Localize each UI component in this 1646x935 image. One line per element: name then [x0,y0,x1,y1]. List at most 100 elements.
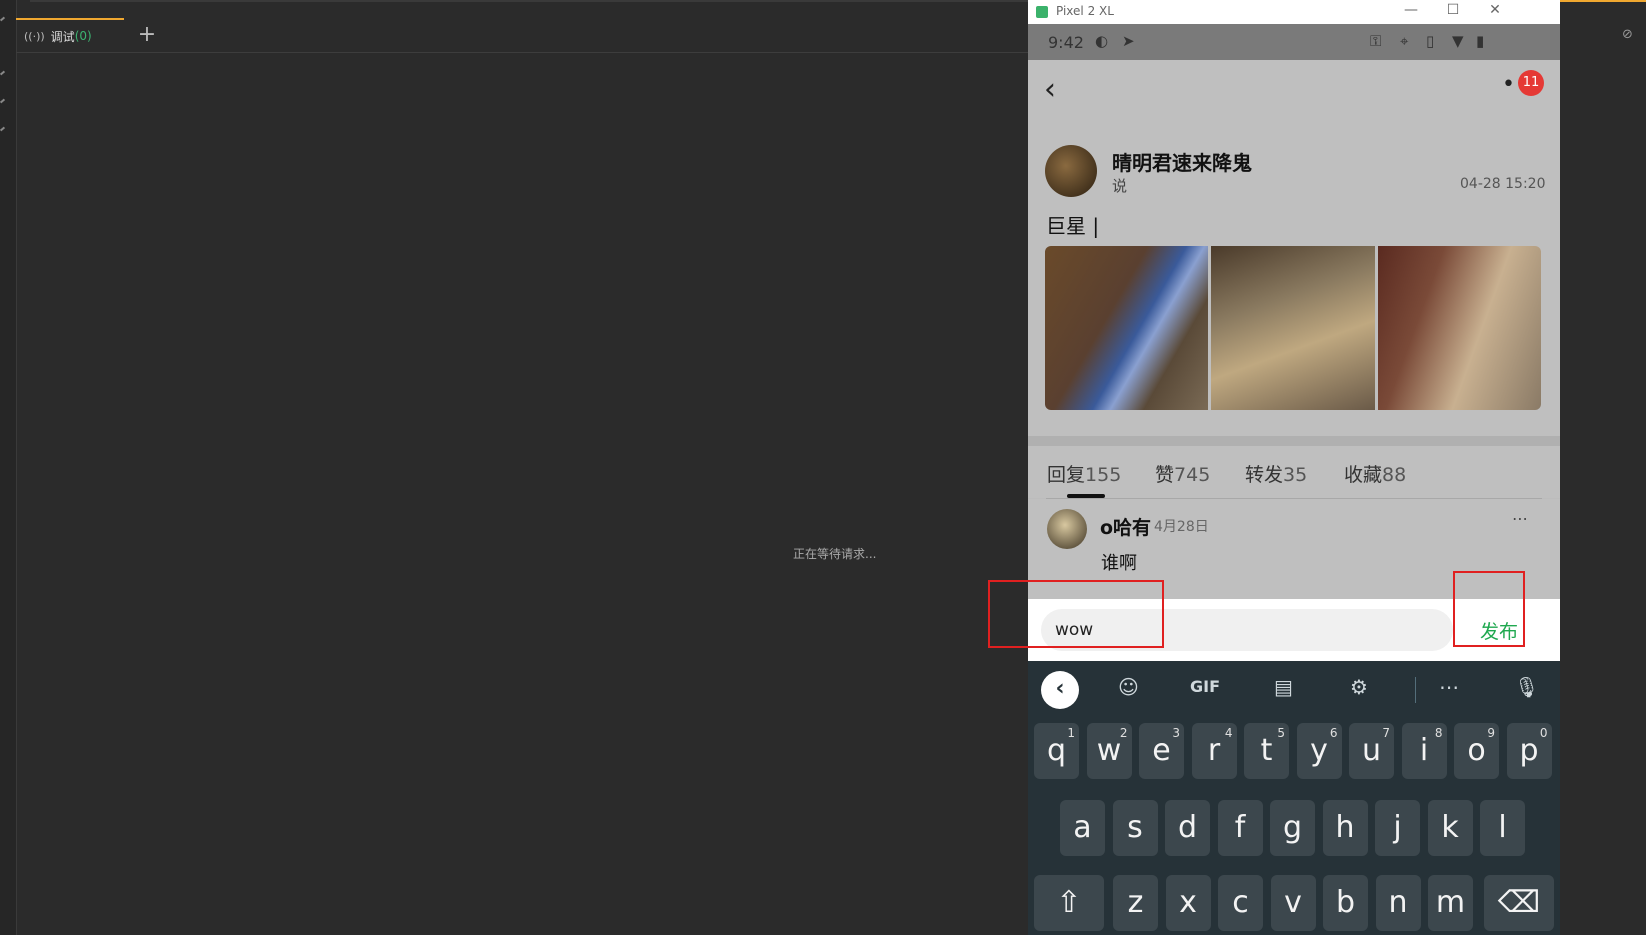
shift-key[interactable]: ⇧ [1034,875,1104,931]
minimize-button[interactable]: — [1396,2,1426,18]
key-s[interactable]: s [1112,800,1158,856]
rail-mark [0,98,6,104]
vibrate-icon: ▯ [1426,32,1435,50]
key-hint: 7 [1382,726,1390,740]
keyboard-toolbar: ‹ ☺ GIF ▤ ⚙ ⋯ 🎙 [1028,661,1560,711]
clipboard-icon[interactable]: ▤ [1274,675,1293,699]
key-b[interactable]: b [1323,875,1368,931]
key-n[interactable]: n [1375,875,1421,931]
key-l[interactable]: l [1480,800,1525,856]
key-u[interactable]: u7 [1349,723,1394,779]
rail-mark [0,70,6,76]
annotation-box-input [988,580,1164,648]
gear-icon[interactable]: ⚙ [1350,675,1368,699]
left-rail [0,0,17,935]
key-y[interactable]: y6 [1296,723,1342,779]
key-j[interactable]: j [1375,800,1420,856]
key-d[interactable]: d [1165,800,1210,856]
tab-favorites-label: 收藏 [1344,464,1383,486]
battery-icon: ▮ [1476,32,1485,50]
key-e[interactable]: e3 [1139,723,1184,779]
key-z[interactable]: z [1113,875,1158,931]
tab-replies[interactable]: 回复155 [1047,460,1121,487]
wifi-icon: ▼ [1452,32,1464,50]
add-tab-button[interactable]: + [134,21,160,49]
key-hint: 2 [1119,726,1128,740]
debugger-tabbar: ((·)) 调试 (0) + [16,18,1028,53]
tab-replies-label: 回复 [1047,464,1086,486]
key-hint: 9 [1487,726,1495,740]
key-hint: 4 [1224,726,1233,740]
keyboard-collapse-icon[interactable]: ‹ [1041,671,1079,709]
avatar[interactable] [1045,145,1097,197]
tab-favorites-count: 88 [1382,464,1407,486]
more-icon[interactable]: ⋯ [1439,675,1459,699]
broadcast-icon: ((·)) [24,29,45,43]
tab-reposts-count: 35 [1283,464,1308,486]
emulator-titlebar: Pixel 2 XL — ☐ ✕ [1028,0,1560,24]
tab-reposts[interactable]: 转发35 [1245,460,1307,487]
close-button[interactable]: ✕ [1480,2,1510,18]
key-p[interactable]: p0 [1506,723,1552,779]
post-card: 晴明君速来降鬼 说 04-28 15:20 巨星 | [1028,122,1560,436]
annotation-box-publish [1453,571,1525,647]
key-a[interactable]: a [1060,800,1105,856]
post-verb: 说 [1112,177,1128,195]
key-hint: 0 [1539,726,1548,740]
comment-author[interactable]: o哈有 [1100,513,1151,540]
notification-badge: 11 [1518,70,1544,96]
soft-keyboard: ‹ ☺ GIF ▤ ⚙ ⋯ 🎙 q1w2e3r4t5y6u7i8o9p0 asdf… [1028,661,1560,935]
key-c[interactable]: c [1218,875,1263,931]
waiting-status: 正在等待请求... [793,547,877,561]
key-m[interactable]: m [1428,875,1473,931]
key-hint: 8 [1434,726,1443,740]
gif-button[interactable]: GIF [1190,677,1220,696]
key-f[interactable]: f [1217,800,1263,856]
location-icon: ⌖ [1400,32,1409,50]
tab-debug-count: (0) [74,29,92,43]
avatar[interactable] [1047,509,1087,549]
key-r[interactable]: r4 [1191,723,1237,779]
rail-mark [0,126,6,132]
key-hint: 5 [1277,726,1285,740]
navigation-icon: ➤ [1122,32,1135,50]
comment-text: 谁啊 [1101,553,1137,574]
tab-debug[interactable]: ((·)) 调试 (0) [16,18,124,52]
key-hint: 6 [1329,726,1338,740]
comment-more-icon[interactable]: ⋯ [1512,509,1528,528]
post-photo[interactable] [1211,246,1375,410]
post-author[interactable]: 晴明君速来降鬼 [1112,147,1252,176]
maximize-button[interactable]: ☐ [1438,2,1468,18]
photo-grid [1045,246,1541,410]
key-i[interactable]: i8 [1401,723,1447,779]
backspace-key[interactable]: ⌫ [1484,875,1554,931]
section-separator [1028,436,1560,446]
post-date: 04-28 15:20 [1460,176,1546,192]
post-text: 巨星 | [1046,214,1100,238]
key-h[interactable]: h [1322,800,1368,856]
sticker-icon[interactable]: ☺ [1118,675,1139,699]
key-w[interactable]: w2 [1086,723,1132,779]
tab-reposts-label: 转发 [1245,464,1284,486]
tab-likes[interactable]: 赞745 [1155,460,1210,487]
disable-cache-icon[interactable]: ⊘ [1622,27,1636,42]
key-t[interactable]: t5 [1244,723,1289,779]
emulator-app-icon [1036,6,1048,18]
interaction-tabs: 回复155 赞745 转发35 收藏88 [1028,446,1560,498]
comment-date: 4月28日 [1154,519,1209,535]
toolbar-divider [1415,677,1416,703]
post-photo[interactable] [1377,246,1541,410]
key-q[interactable]: q1 [1034,723,1079,779]
key-v[interactable]: v [1270,875,1316,931]
post-photo[interactable] [1045,246,1209,410]
key-g[interactable]: g [1270,800,1315,856]
key-k[interactable]: k [1427,800,1473,856]
mic-icon[interactable]: 🎙 [1514,675,1539,699]
back-icon[interactable]: ‹ [1044,72,1056,107]
tab-debug-label: 调试 [50,29,75,44]
key-o[interactable]: o9 [1454,723,1499,779]
emulator-title: Pixel 2 XL [1056,4,1114,18]
key-x[interactable]: x [1165,875,1211,931]
key-hint: 3 [1172,726,1180,740]
tab-favorites[interactable]: 收藏88 [1344,460,1406,487]
